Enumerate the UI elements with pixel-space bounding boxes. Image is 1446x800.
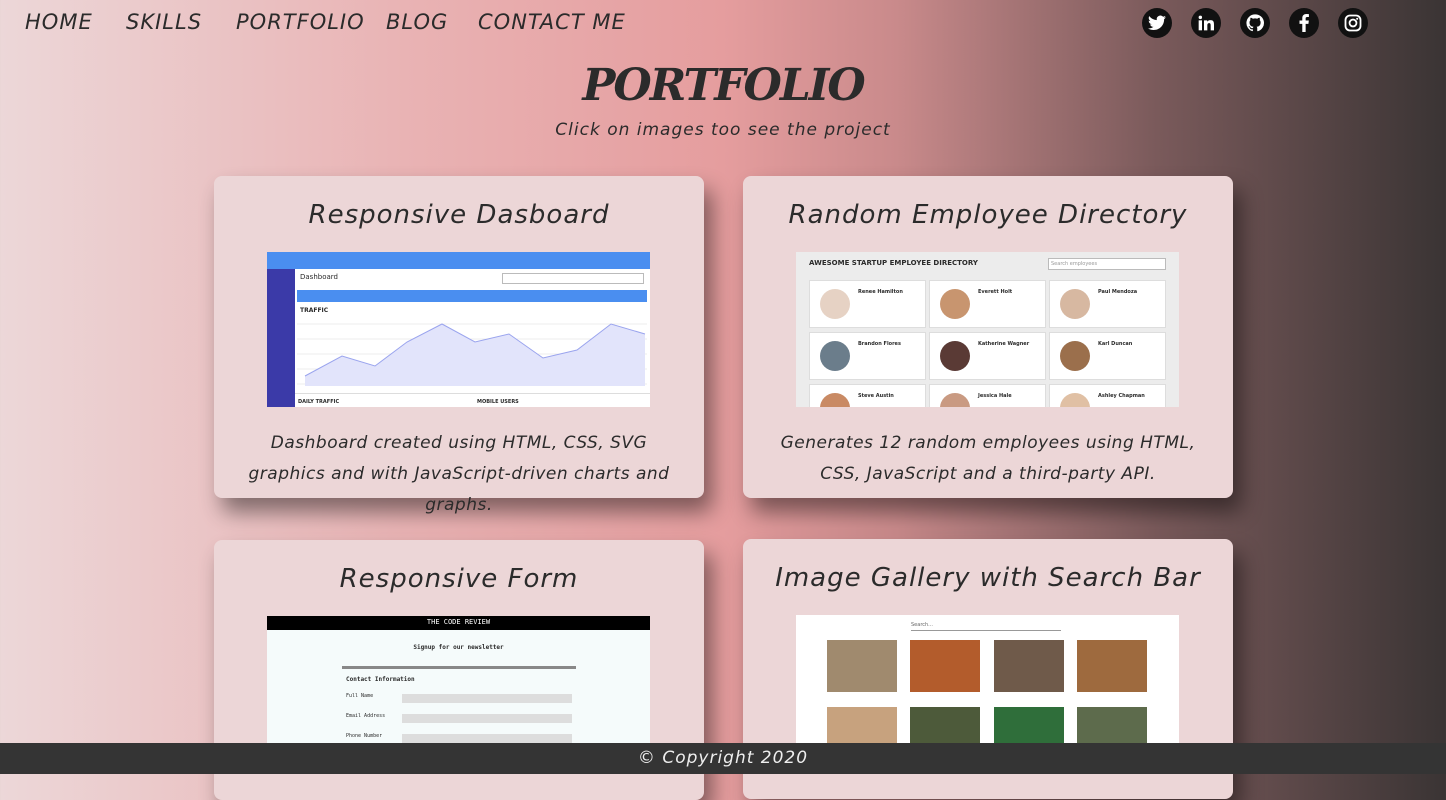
- linkedin-icon[interactable]: [1191, 8, 1221, 38]
- footer: © Copyright 2020: [0, 743, 1446, 774]
- project-title: Responsive Form: [339, 564, 579, 594]
- gallery-thumb: [994, 707, 1064, 745]
- project-card-directory: Random Employee Directory AWESOME STARTU…: [743, 176, 1233, 498]
- facebook-icon[interactable]: [1289, 8, 1319, 38]
- nav-contact[interactable]: CONTACT ME: [478, 10, 626, 34]
- shot-dashboard-daily: DAILY TRAFFIC: [298, 399, 340, 405]
- shot-form-section: Contact Information: [346, 676, 415, 683]
- copyright-text: © Copyright 2020: [637, 748, 809, 768]
- project-description: Dashboard created using HTML, CSS, SVG g…: [248, 433, 670, 515]
- page-subtitle: Click on images too see the project: [555, 120, 891, 140]
- shot-form-heading: Signup for our newsletter: [413, 644, 504, 651]
- gallery-thumb: [910, 640, 980, 692]
- shot-directory-search: Search employees: [1048, 258, 1166, 270]
- social-links: [1142, 8, 1368, 38]
- shot-traffic-line: [297, 323, 647, 386]
- project-title: Responsive Dasboard: [308, 200, 610, 230]
- gallery-thumb: [827, 707, 897, 745]
- nav-home[interactable]: HOME: [25, 10, 93, 34]
- shot-gallery-search: Search...: [911, 622, 1061, 631]
- shot-directory-header: AWESOME STARTUP EMPLOYEE DIRECTORY: [809, 259, 978, 267]
- gallery-thumb: [1077, 640, 1147, 692]
- gallery-thumb: [827, 640, 897, 692]
- project-card-dashboard: Responsive Dasboard Dashboard TRAFFIC DA…: [214, 176, 704, 515]
- shot-form-header: THE CODE REVIEW: [426, 618, 491, 626]
- nav-blog[interactable]: BLOG: [386, 10, 448, 34]
- shot-dashboard-header: Dashboard: [300, 273, 338, 281]
- project-screenshot-dashboard[interactable]: Dashboard TRAFFIC DAILY TRAFFIC MOBILE U…: [267, 252, 650, 407]
- gallery-thumb: [994, 640, 1064, 692]
- project-screenshot-directory[interactable]: AWESOME STARTUP EMPLOYEE DIRECTORY Searc…: [796, 252, 1179, 407]
- nav-skills[interactable]: SKILLS: [126, 10, 202, 34]
- project-title: Image Gallery with Search Bar: [775, 563, 1201, 593]
- shot-dashboard-mobile: MOBILE USERS: [477, 399, 519, 405]
- page-title: PORTFOLIO: [582, 60, 865, 111]
- nav-portfolio[interactable]: PORTFOLIO: [236, 10, 365, 34]
- gallery-thumb: [1077, 707, 1147, 745]
- project-title: Random Employee Directory: [788, 200, 1188, 230]
- instagram-icon[interactable]: [1338, 8, 1368, 38]
- gallery-thumb: [910, 707, 980, 745]
- project-screenshot-form[interactable]: THE CODE REVIEW Signup for our newslette…: [267, 616, 650, 746]
- shot-dashboard-section: TRAFFIC: [300, 307, 329, 314]
- github-icon[interactable]: [1240, 8, 1270, 38]
- twitter-icon[interactable]: [1142, 8, 1172, 38]
- project-screenshot-gallery[interactable]: Search...: [796, 615, 1179, 745]
- project-description: Generates 12 random employees using HTML…: [780, 433, 1196, 484]
